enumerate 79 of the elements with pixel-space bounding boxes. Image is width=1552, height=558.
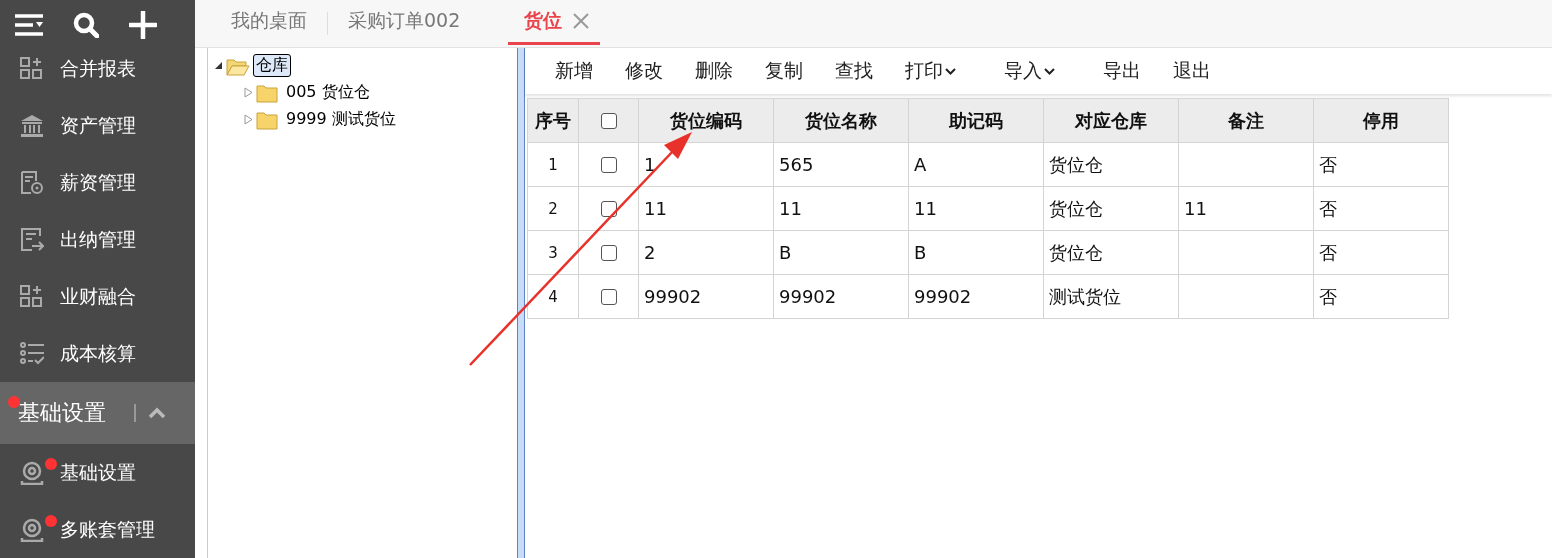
checkbox[interactable] xyxy=(600,244,617,261)
checklist-icon xyxy=(20,341,44,366)
toolbar-button[interactable]: 查找 xyxy=(829,54,879,88)
apps-icon xyxy=(20,284,44,309)
expanded-triangle-icon[interactable] xyxy=(214,61,223,70)
table-cell: 货位仓 xyxy=(1043,230,1179,275)
sidebar-item[interactable]: 成本核算 xyxy=(0,325,195,382)
table-cell: 货位仓 xyxy=(1043,186,1179,231)
splitter-bar[interactable] xyxy=(517,48,525,558)
collapsed-triangle-icon[interactable] xyxy=(244,87,253,98)
toolbar-button[interactable]: 复制 xyxy=(759,54,809,88)
table-cell: 11 xyxy=(638,186,774,231)
toolbar-button[interactable]: 新增 xyxy=(549,54,599,88)
column-header: 停用 xyxy=(1313,98,1449,143)
table-cell: 99902 xyxy=(908,274,1044,319)
tab[interactable]: 我的桌面 xyxy=(223,0,315,45)
folder-icon xyxy=(256,109,280,130)
add-icon[interactable] xyxy=(129,11,157,39)
table-cell: 否 xyxy=(1313,142,1449,187)
row-number: 2 xyxy=(527,186,579,231)
table-cell: 11 xyxy=(773,186,909,231)
toolbar-button[interactable]: 删除 xyxy=(689,54,739,88)
sidebar-item[interactable]: 资产管理 xyxy=(0,97,195,154)
table-cell: 11 xyxy=(908,186,1044,231)
table-cell: 11 xyxy=(1178,186,1314,231)
table-cell: 货位仓 xyxy=(1043,142,1179,187)
menu-icon[interactable] xyxy=(15,14,43,36)
table-cell: 99902 xyxy=(638,274,774,319)
folder-icon xyxy=(256,82,280,103)
table-cell: B xyxy=(773,230,909,275)
sidebar-item[interactable]: 业财融合 xyxy=(0,268,195,325)
sidebar-item[interactable]: 基础设置 xyxy=(0,444,195,501)
toolbar-button[interactable]: 导出 xyxy=(1097,54,1147,88)
table-cell: B xyxy=(908,230,1044,275)
toolbar-button[interactable]: 退出 xyxy=(1167,54,1217,88)
toolbar-button[interactable]: 修改 xyxy=(619,54,669,88)
sidebar-section-header[interactable]: 基础设置 xyxy=(0,382,195,444)
tab[interactable]: 货位 xyxy=(508,0,601,45)
sidebar-item[interactable]: 出纳管理 xyxy=(0,211,195,268)
sidebar-item[interactable]: 多账套管理 xyxy=(0,501,195,558)
close-icon[interactable] xyxy=(572,12,591,30)
table-cell: 2 xyxy=(638,230,774,275)
table-cell: 测试货位 xyxy=(1043,274,1179,319)
sidebar-item[interactable]: 合并报表 xyxy=(0,40,195,97)
column-header: 货位名称 xyxy=(773,98,909,143)
table-cell: 565 xyxy=(773,142,909,187)
tree-node[interactable]: 005 货位仓 xyxy=(283,81,373,104)
column-header: 对应仓库 xyxy=(1043,98,1179,143)
row-number: 1 xyxy=(527,142,579,187)
column-header: 货位编码 xyxy=(638,98,774,143)
row-number: 3 xyxy=(527,230,579,275)
column-header: 备注 xyxy=(1178,98,1314,143)
table-cell: 否 xyxy=(1313,186,1449,231)
bank-icon xyxy=(20,113,44,138)
column-header: 序号 xyxy=(527,98,579,143)
checkbox[interactable] xyxy=(600,112,617,129)
document-gear-icon xyxy=(20,170,44,195)
collapsed-triangle-icon[interactable] xyxy=(244,114,253,125)
table-cell: 否 xyxy=(1313,230,1449,275)
row-number: 4 xyxy=(527,274,579,319)
settings-icon xyxy=(20,460,44,485)
search-icon[interactable] xyxy=(73,12,99,38)
checkbox[interactable] xyxy=(600,200,617,217)
toolbar-button[interactable]: 打印 xyxy=(899,54,962,88)
tree-node[interactable]: 9999 测试货位 xyxy=(283,108,399,131)
chevron-up-icon xyxy=(148,406,166,420)
column-header: 助记码 xyxy=(908,98,1044,143)
export-icon xyxy=(20,227,44,252)
apps-icon xyxy=(20,56,44,81)
table-cell: 否 xyxy=(1313,274,1449,319)
checkbox[interactable] xyxy=(600,288,617,305)
toolbar-button[interactable]: 导入 xyxy=(998,54,1061,88)
tree-node[interactable]: 仓库 xyxy=(253,54,291,77)
sidebar-item[interactable]: 薪资管理 xyxy=(0,154,195,211)
checkbox[interactable] xyxy=(600,156,617,173)
settings-icon xyxy=(20,517,44,542)
table-cell: A xyxy=(908,142,1044,187)
tab[interactable]: 采购订单002 xyxy=(340,0,469,45)
table-cell: 99902 xyxy=(773,274,909,319)
